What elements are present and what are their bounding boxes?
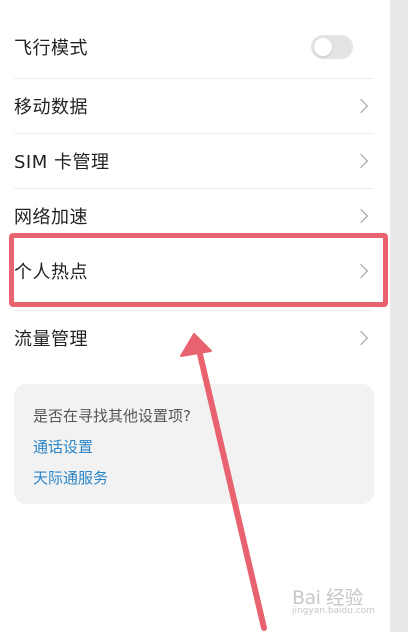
hotspot-highlight-box [9, 233, 388, 307]
data-usage-management-row[interactable]: 流量管理 [0, 311, 388, 365]
airplane-mode-label: 飞行模式 [14, 38, 88, 59]
tianjitong-service-link[interactable]: 天际通服务 [33, 467, 108, 488]
other-settings-card: 是否在寻找其他设置项? 通话设置 天际通服务 [14, 384, 374, 504]
chevron-right-icon [353, 98, 369, 114]
mobile-data-row[interactable]: 移动数据 [0, 79, 388, 133]
mobile-data-label: 移动数据 [14, 97, 88, 118]
chevron-right-icon [353, 153, 369, 169]
network-acceleration-label: 网络加速 [14, 207, 88, 228]
chevron-right-icon [353, 330, 369, 346]
other-settings-question: 是否在寻找其他设置项? [33, 407, 191, 425]
airplane-mode-row[interactable]: 飞行模式 [0, 18, 388, 76]
sim-card-management-label: SIM 卡管理 [14, 152, 110, 173]
airplane-mode-toggle[interactable] [311, 35, 353, 59]
call-settings-link[interactable]: 通话设置 [33, 436, 93, 457]
side-scroll-region [390, 0, 408, 632]
sim-card-management-row[interactable]: SIM 卡管理 [0, 134, 388, 188]
settings-screen: 飞行模式 移动数据 SIM 卡管理 网络加速 个人热点 流量管理 是否在寻找其他… [0, 0, 408, 632]
watermark-url: jingyan.baidu.com [292, 606, 376, 616]
data-usage-management-label: 流量管理 [14, 329, 88, 350]
chevron-right-icon [353, 208, 369, 224]
baidu-jingyan-watermark: Bai 经验 jingyan.baidu.com [292, 583, 382, 619]
toggle-knob [314, 38, 332, 56]
